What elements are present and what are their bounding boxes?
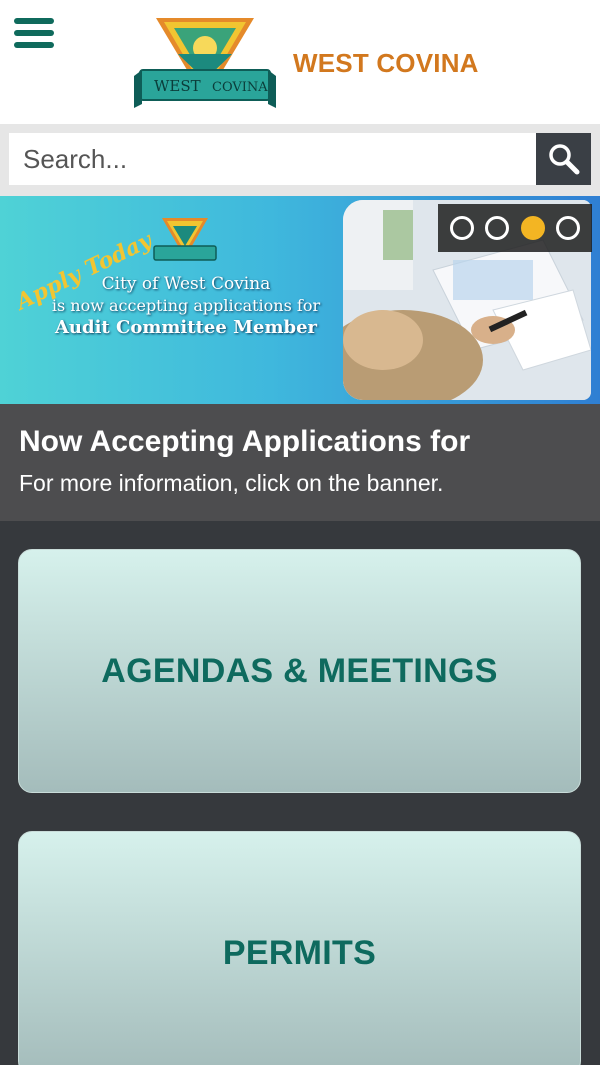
logo-text-west: WEST: [154, 77, 201, 95]
banner-city-logo: [153, 218, 217, 261]
caption-subtitle: For more information, click on the banne…: [19, 470, 444, 496]
banner-caption[interactable]: Now Accepting Applications for For more …: [0, 404, 600, 521]
menu-hamburger-icon[interactable]: [14, 18, 56, 50]
banner-line-position: Audit Committee Member: [54, 317, 318, 338]
carousel-dots: [438, 204, 592, 252]
carousel-dot-4[interactable]: [556, 216, 581, 240]
brand-name[interactable]: WEST COVINA: [293, 48, 479, 79]
banner-line-accepting: is now accepting applications for: [51, 296, 321, 315]
menu-bar: [14, 18, 54, 24]
menu-bar: [14, 30, 54, 36]
caption-title: Now Accepting Applications for: [19, 425, 471, 458]
tile-label: AGENDAS & MEETINGS: [101, 651, 498, 690]
search-button[interactable]: [536, 133, 591, 185]
banner-text: City of West Covina is now accepting app…: [0, 274, 372, 339]
permits-tile[interactable]: PERMITS: [18, 831, 581, 1065]
search-input[interactable]: [9, 133, 536, 185]
carousel-dot-1[interactable]: [449, 216, 474, 240]
carousel-dot-2[interactable]: [485, 216, 510, 240]
banner-line-city: City of West Covina: [101, 274, 271, 294]
tile-label: PERMITS: [222, 933, 377, 972]
site-header: WEST COVINA WEST COVINA: [0, 0, 600, 124]
west-covina-logo[interactable]: WEST COVINA: [134, 8, 276, 114]
carousel-dot-3-active[interactable]: [520, 216, 545, 240]
menu-bar: [14, 42, 54, 48]
agendas-meetings-tile[interactable]: AGENDAS & MEETINGS: [18, 549, 581, 793]
magnifier-icon: [548, 144, 579, 175]
logo-text-covina: COVINA: [212, 80, 268, 95]
search-bar: [0, 124, 600, 196]
promo-banner[interactable]: Apply Today City of West Covina is now a…: [0, 196, 600, 404]
